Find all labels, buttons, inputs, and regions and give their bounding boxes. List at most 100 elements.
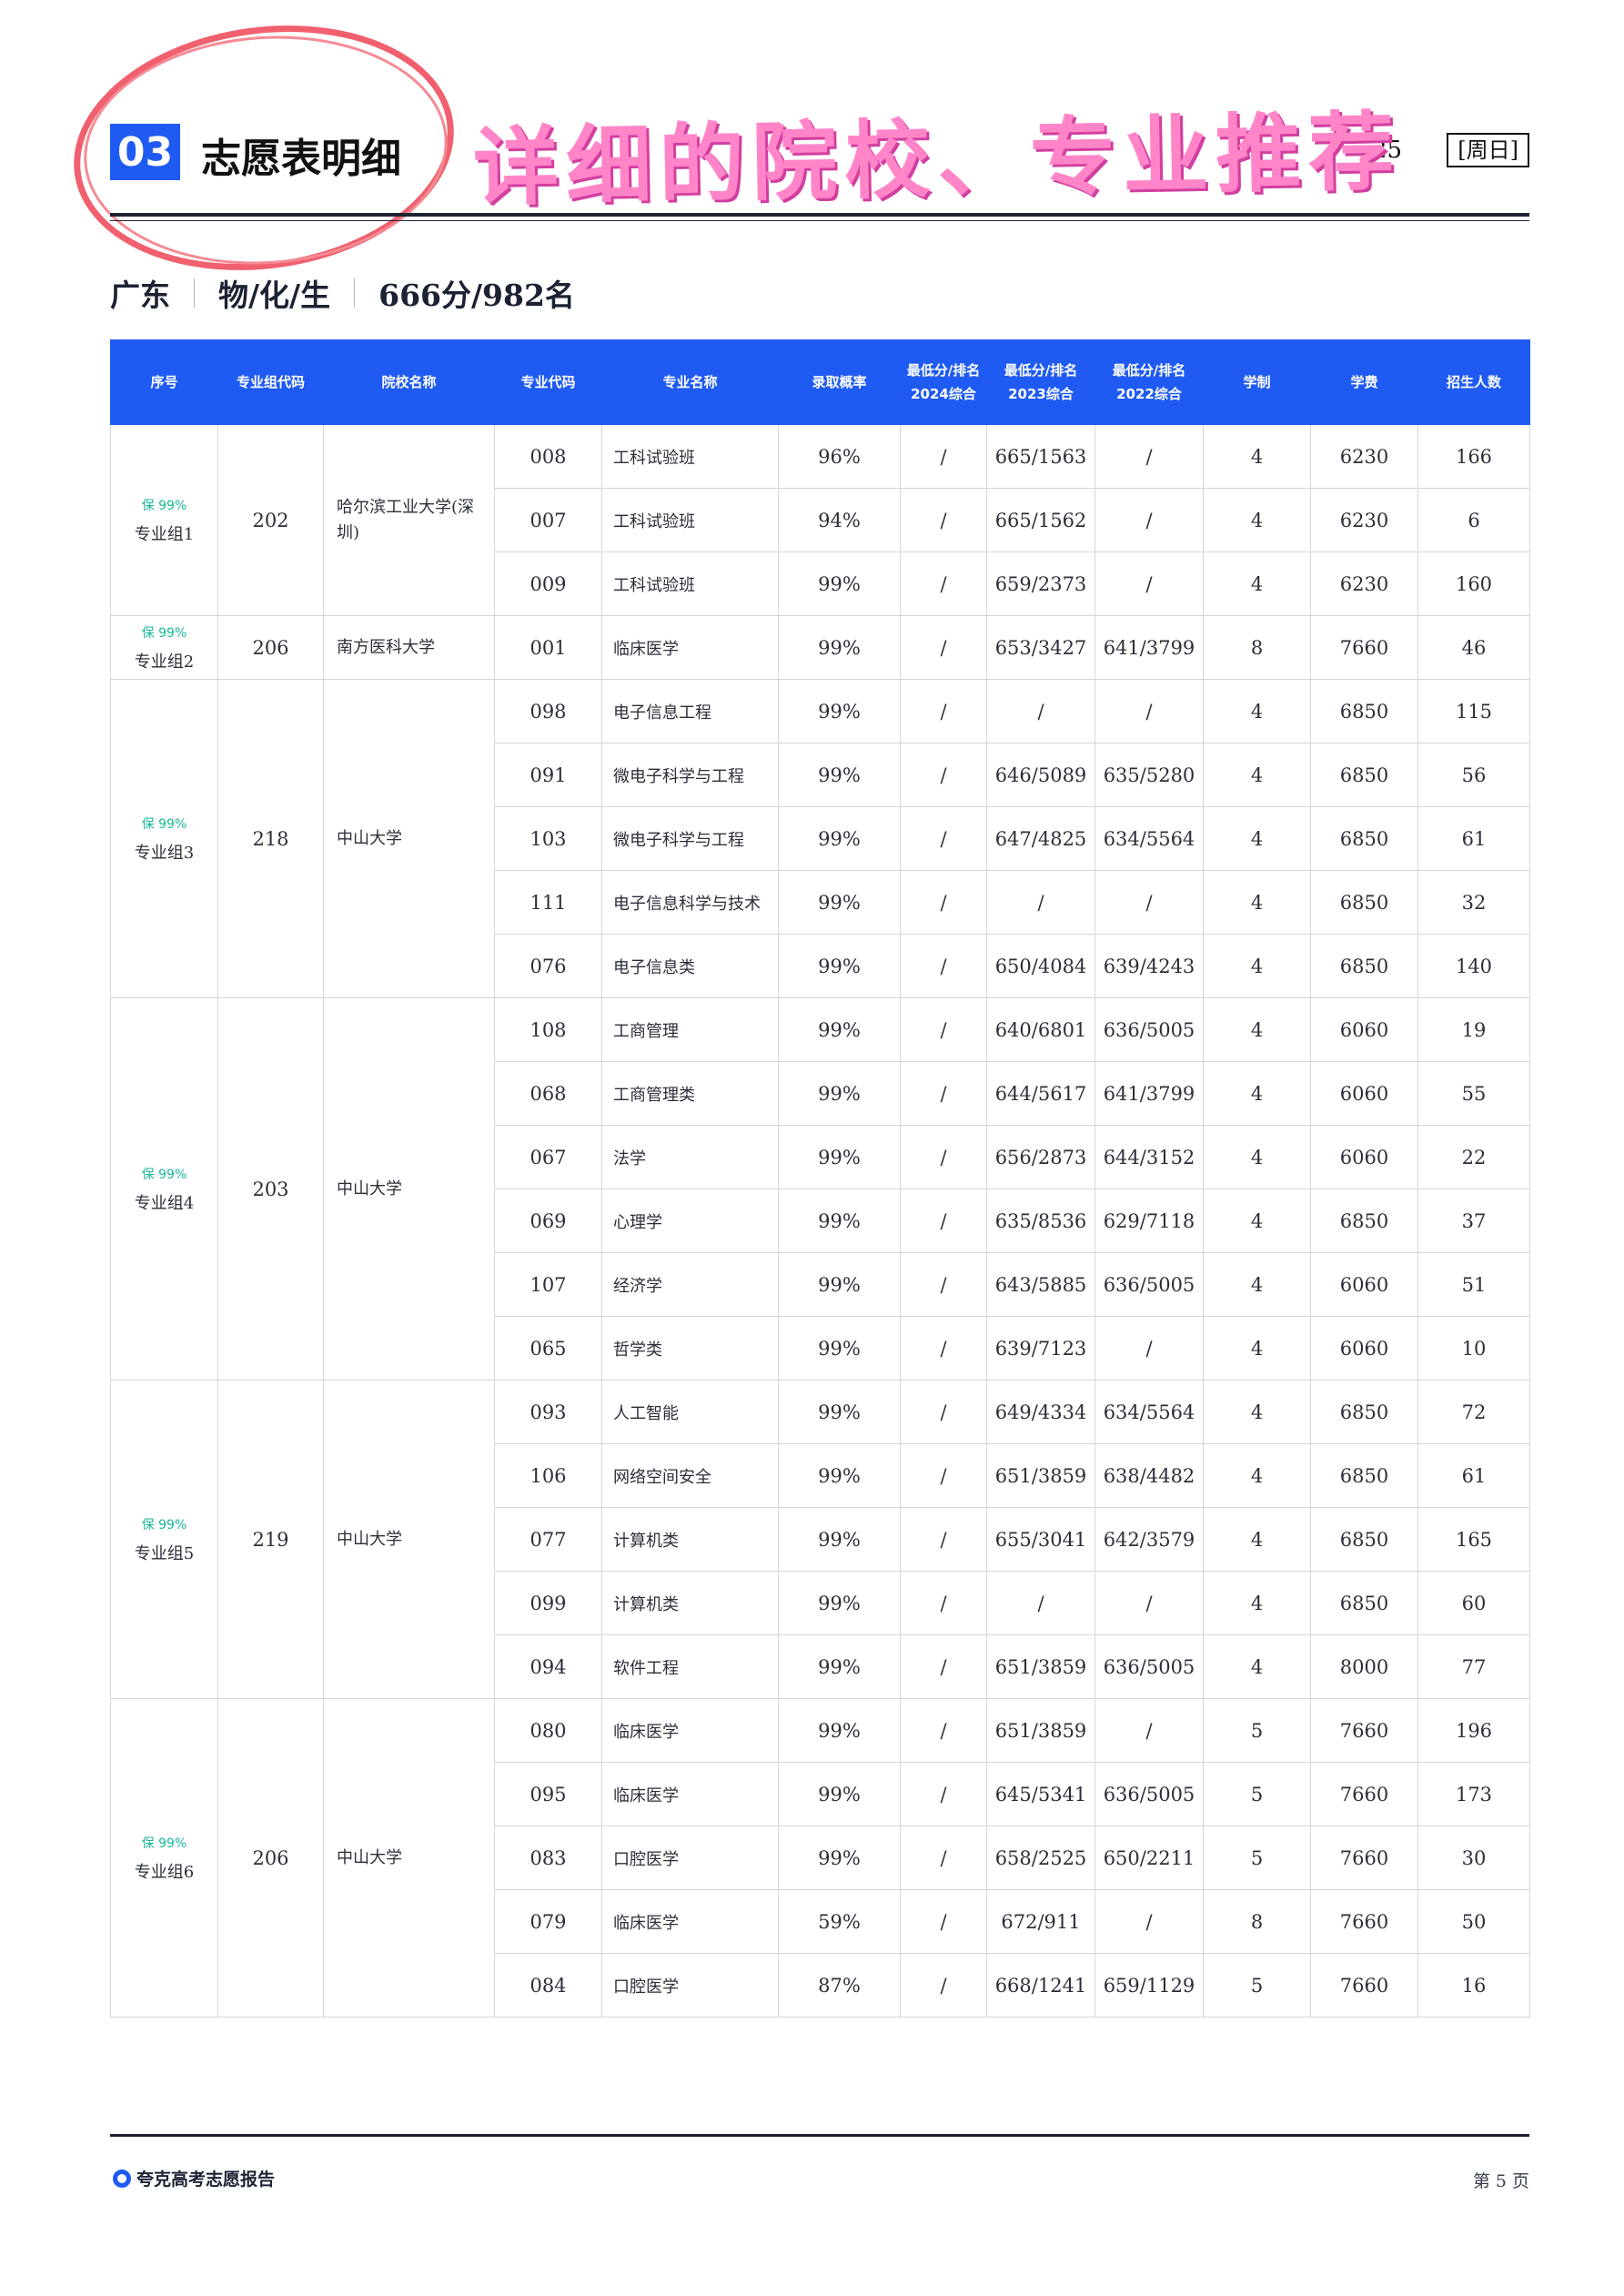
page-number: 第 5 页 (1472, 2171, 1529, 2191)
probability-cell: 99% (778, 870, 901, 935)
major-name-cell: 工科试验班 (601, 424, 779, 489)
fee-cell: 6060 (1310, 1125, 1418, 1189)
major-code-cell: 084 (494, 1953, 602, 2018)
score-2022-cell: 644/3152 (1094, 1125, 1204, 1189)
group-code-cell: 206 (217, 615, 324, 680)
group-seq-cell: 保 99% 专业组5 (110, 1380, 218, 1699)
group-seq-cell: 保 99% 专业组2 (110, 615, 218, 680)
major-name-cell: 计算机类 (601, 1507, 779, 1572)
quota-cell: 50 (1417, 1889, 1530, 1954)
fee-cell: 6850 (1310, 870, 1418, 935)
fee-cell: 6850 (1310, 806, 1418, 871)
major-code-cell: 107 (494, 1252, 602, 1317)
score-2022-cell: / (1094, 679, 1204, 743)
col-major-name: 专业名称 (601, 339, 779, 425)
score-2023-cell: / (986, 1571, 1095, 1635)
col-2024: 最低分/排名 2024综合 (900, 339, 987, 425)
table-row: 保 99% 专业组6 206 中山大学 080 临床医学 99%/651/3859/5 766… (110, 1698, 1530, 2018)
school-name-cell: 中山大学 (323, 679, 495, 998)
probability-cell: 99% (778, 1698, 901, 1763)
score-2022-cell: 629/7118 (1094, 1188, 1204, 1253)
group-label: 专业组3 (134, 843, 195, 863)
score-2023-cell: 650/4084 (986, 934, 1095, 998)
major-code-cell: 091 (494, 743, 602, 807)
years-cell: 5 (1203, 1698, 1311, 1763)
quota-cell: 19 (1417, 997, 1530, 1062)
probability-cell: 99% (778, 997, 901, 1062)
probability-cell: 99% (778, 1762, 901, 1826)
probability-cell: 99% (778, 1188, 901, 1253)
years-cell: 5 (1203, 1953, 1311, 2018)
promo-overlay-text: 详细的院校、专业推荐 (472, 103, 1403, 218)
score-2022-cell: 636/5005 (1094, 997, 1204, 1062)
fee-cell: 7660 (1310, 615, 1418, 680)
score-2023-cell: 665/1562 (986, 488, 1095, 552)
years-cell: 4 (1203, 424, 1311, 489)
fee-cell: 7660 (1310, 1826, 1418, 1890)
score-2023-cell: 672/911 (986, 1889, 1095, 1954)
fee-cell: 6850 (1310, 1571, 1418, 1635)
score-2022-cell: / (1094, 551, 1204, 616)
score-2024-cell: / (900, 934, 987, 998)
score-2022-cell: / (1094, 488, 1204, 552)
table-row: 保 99% 专业组5 219 中山大学 093 人工智能 99%/649/4334 634/5… (110, 1380, 1530, 1699)
probability-cell: 87% (778, 1953, 901, 2018)
major-name-cell: 心理学 (601, 1188, 779, 1253)
major-name-cell: 微电子科学与工程 (601, 806, 779, 871)
score-2024-cell: / (900, 1316, 987, 1381)
quota-cell: 61 (1417, 806, 1530, 871)
fee-cell: 6060 (1310, 997, 1418, 1062)
score-2022-cell: 639/4243 (1094, 934, 1204, 998)
table-row: 保 99% 专业组3 218 中山大学 098 电子信息工程 99% / //4 6850 115 (110, 679, 1530, 998)
years-cell: 5 (1203, 1826, 1311, 1890)
score-2024-cell: / (900, 1889, 987, 1954)
quota-cell: 37 (1417, 1188, 1530, 1253)
score-2022-cell: 636/5005 (1094, 1762, 1204, 1826)
probability-cell: 99% (778, 615, 901, 680)
score-rank: 666分/982名 (378, 278, 575, 313)
probability-badge: 保 99% (141, 1836, 187, 1851)
major-code-cell: 068 (494, 1061, 602, 1126)
major-name-cell: 电子信息工程 (601, 679, 779, 743)
col-seq: 序号 (110, 339, 218, 425)
fee-cell: 6850 (1310, 1380, 1418, 1444)
group-seq-cell: 保 99% 专业组3 (110, 679, 218, 998)
quota-cell: 30 (1417, 1826, 1530, 1890)
major-code-cell: 106 (494, 1443, 602, 1508)
major-code-cell: 007 (494, 488, 602, 552)
major-code-cell: 009 (494, 551, 602, 616)
table-body: 保 99% 专业组1 202 哈尔滨工业大学(深圳) 008 工科试验班 96%/665/1… (110, 424, 1530, 2018)
quota-cell: 160 (1417, 551, 1530, 616)
group-seq-cell: 保 99% 专业组4 (110, 997, 218, 1381)
score-2024-cell: / (900, 870, 987, 935)
years-cell: 4 (1203, 1188, 1311, 1253)
table-row: 保 99% 专业组1 202 哈尔滨工业大学(深圳) 008 工科试验班 96%/665/1… (110, 424, 1530, 616)
probability-cell: 99% (778, 1252, 901, 1317)
score-2024-cell: / (900, 1698, 987, 1763)
col-2023: 最低分/排名 2023综合 (986, 339, 1095, 425)
years-cell: 4 (1203, 1443, 1311, 1508)
score-2023-cell: 659/2373 (986, 551, 1095, 616)
major-code-cell: 103 (494, 806, 602, 871)
major-code-cell: 098 (494, 679, 602, 743)
quota-cell: 72 (1417, 1380, 1530, 1444)
probability-badge: 保 99% (141, 1517, 187, 1532)
major-code-cell: 067 (494, 1125, 602, 1189)
score-2024-cell: / (900, 488, 987, 552)
major-code-cell: 069 (494, 1188, 602, 1253)
probability-cell: 99% (778, 1316, 901, 1381)
fee-cell: 6850 (1310, 743, 1418, 807)
score-2023-cell: 655/3041 (986, 1507, 1095, 1572)
score-2023-cell: 644/5617 (986, 1061, 1095, 1126)
col-years: 学制 (1203, 339, 1311, 425)
years-cell: 4 (1203, 488, 1311, 552)
probability-cell: 99% (778, 1826, 901, 1890)
quota-cell: 55 (1417, 1061, 1530, 1126)
quota-cell: 173 (1417, 1762, 1530, 1826)
probability-cell: 99% (778, 934, 901, 998)
quota-cell: 60 (1417, 1571, 1530, 1635)
quota-cell: 115 (1417, 679, 1530, 743)
probability-cell: 99% (778, 551, 901, 616)
col-probability: 录取概率 (778, 339, 901, 425)
quota-cell: 6 (1417, 488, 1530, 552)
